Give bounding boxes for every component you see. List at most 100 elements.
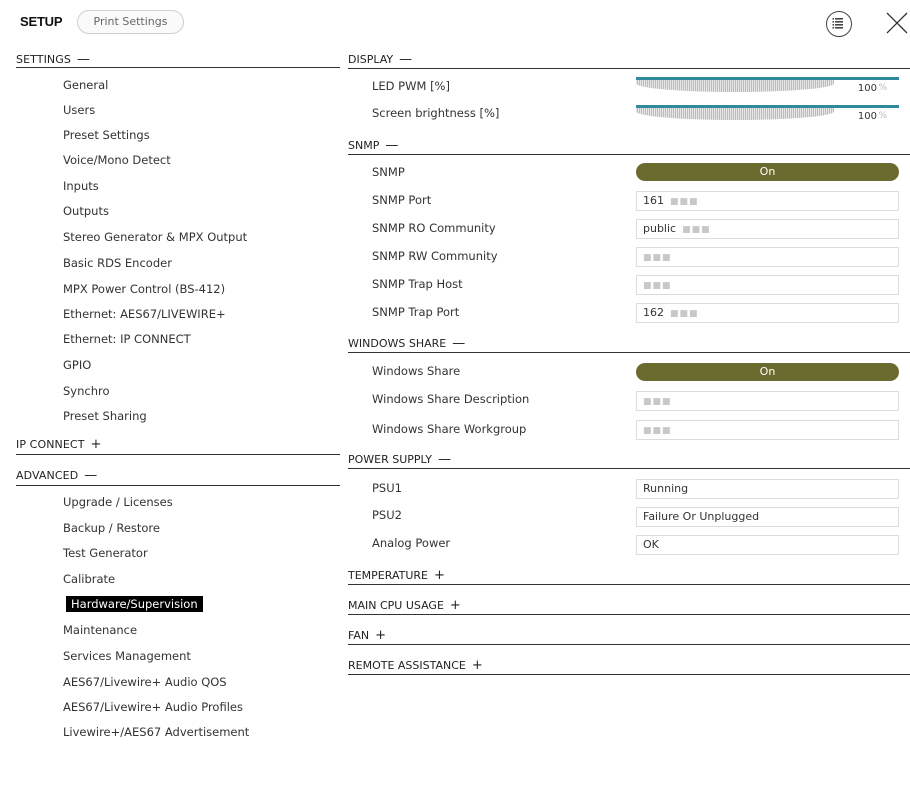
group-title: DISPLAY: [348, 53, 394, 66]
field-value: 162: [643, 306, 664, 319]
slider-value: 100: [857, 111, 877, 122]
collapse-icon: —: [399, 52, 413, 67]
snmp-rw-community-label: SNMP RW Community: [372, 249, 498, 263]
edit-dots-icon: ■■■: [670, 309, 699, 319]
sidebar-item-voice-mono-detect[interactable]: Voice/Mono Detect: [63, 153, 171, 167]
section-title: SETTINGS: [16, 53, 71, 66]
settings-sidebar: SETTINGS — General Users Preset Settings …: [8, 42, 340, 801]
sidebar-item-backup-restore[interactable]: Backup / Restore: [63, 521, 160, 535]
windows-share-toggle[interactable]: On: [636, 363, 899, 381]
section-divider: [16, 454, 340, 455]
group-main-cpu-usage[interactable]: MAIN CPU USAGE +: [348, 598, 461, 613]
windows-share-description-field[interactable]: ■■■: [636, 391, 899, 411]
print-settings-button[interactable]: Print Settings: [77, 10, 184, 34]
collapse-icon: —: [452, 336, 466, 351]
sidebar-item-preset-sharing[interactable]: Preset Sharing: [63, 409, 147, 423]
group-remote-assistance[interactable]: REMOTE ASSISTANCE +: [348, 658, 483, 673]
sidebar-item-inputs[interactable]: Inputs: [63, 179, 99, 193]
snmp-rw-community-field[interactable]: ■■■: [636, 247, 899, 267]
windows-share-workgroup-field[interactable]: ■■■: [636, 420, 899, 440]
sidebar-section-settings[interactable]: SETTINGS —: [16, 52, 90, 67]
edit-dots-icon: ■■■: [643, 426, 672, 436]
led-pwm-slider[interactable]: 100 %: [636, 77, 899, 97]
sidebar-item-users[interactable]: Users: [63, 103, 95, 117]
windows-share-label: Windows Share: [372, 364, 461, 378]
sidebar-item-audio-qos[interactable]: AES67/Livewire+ Audio QOS: [63, 675, 227, 689]
section-divider: [16, 67, 340, 68]
edit-dots-icon: ■■■: [670, 197, 699, 207]
snmp-label: SNMP: [372, 165, 405, 179]
expand-icon: +: [433, 568, 445, 583]
sidebar-item-advertisement[interactable]: Livewire+/AES67 Advertisement: [63, 725, 249, 739]
sidebar-item-maintenance[interactable]: Maintenance: [63, 623, 137, 637]
analog-power-label: Analog Power: [372, 536, 451, 550]
snmp-toggle[interactable]: On: [636, 163, 899, 181]
slider-fill: [636, 108, 834, 120]
snmp-trap-host-field[interactable]: ■■■: [636, 275, 899, 295]
screen-brightness-slider[interactable]: 100 %: [636, 105, 899, 125]
sidebar-section-ip-connect[interactable]: IP CONNECT +: [16, 437, 102, 452]
psu1-label: PSU1: [372, 481, 402, 495]
expand-icon: +: [471, 658, 483, 673]
section-title: IP CONNECT: [16, 438, 85, 451]
sidebar-item-hardware-supervision[interactable]: Hardware/Supervision: [66, 596, 203, 612]
sidebar-item-synchro[interactable]: Synchro: [63, 384, 110, 398]
expand-icon: +: [90, 437, 102, 452]
edit-dots-icon: ■■■: [682, 225, 711, 235]
windows-share-workgroup-label: Windows Share Workgroup: [372, 422, 527, 436]
group-divider: [348, 674, 910, 675]
setup-window: SETUP Print Settings SETTINGS — General …: [0, 0, 910, 801]
collapse-icon: —: [385, 138, 399, 153]
close-icon[interactable]: [883, 9, 909, 37]
sidebar-item-ethernet-ip-connect[interactable]: Ethernet: IP CONNECT: [63, 332, 191, 346]
setup-title: SETUP: [20, 14, 63, 29]
group-title: TEMPERATURE: [348, 569, 428, 582]
group-divider: [348, 644, 910, 645]
group-fan[interactable]: FAN +: [348, 628, 386, 643]
group-snmp[interactable]: SNMP —: [348, 138, 398, 153]
snmp-trap-port-label: SNMP Trap Port: [372, 305, 460, 319]
collapse-icon: —: [84, 468, 98, 483]
group-title: MAIN CPU USAGE: [348, 599, 444, 612]
slider-unit: %: [878, 83, 887, 93]
snmp-port-label: SNMP Port: [372, 193, 432, 207]
group-divider: [348, 468, 910, 469]
psu2-status-field: Failure Or Unplugged: [636, 507, 899, 527]
snmp-port-field[interactable]: 161 ■■■: [636, 191, 899, 211]
sidebar-item-stereo-generator[interactable]: Stereo Generator & MPX Output: [63, 230, 247, 244]
slider-value: 100: [857, 83, 877, 94]
group-power-supply[interactable]: POWER SUPPLY —: [348, 452, 451, 467]
sidebar-item-basic-rds[interactable]: Basic RDS Encoder: [63, 256, 172, 270]
sidebar-item-mpx-power[interactable]: MPX Power Control (BS-412): [63, 282, 225, 296]
psu1-status-field: Running: [636, 479, 899, 499]
group-title: SNMP: [348, 139, 380, 152]
list-circle-icon[interactable]: [826, 11, 852, 37]
led-pwm-label: LED PWM [%]: [372, 79, 450, 93]
section-title: ADVANCED: [16, 469, 79, 482]
snmp-ro-community-field[interactable]: public ■■■: [636, 219, 899, 239]
group-display[interactable]: DISPLAY —: [348, 52, 412, 67]
sidebar-item-gpio[interactable]: GPIO: [63, 358, 91, 372]
slider-unit: %: [878, 111, 887, 121]
group-divider: [348, 68, 910, 69]
sidebar-section-advanced[interactable]: ADVANCED —: [16, 468, 97, 483]
group-temperature[interactable]: TEMPERATURE +: [348, 568, 445, 583]
collapse-icon: —: [437, 452, 451, 467]
sidebar-item-preset-settings[interactable]: Preset Settings: [63, 128, 150, 142]
sidebar-item-general[interactable]: General: [63, 78, 108, 92]
sidebar-item-upgrade-licenses[interactable]: Upgrade / Licenses: [63, 495, 173, 509]
edit-dots-icon: ■■■: [643, 281, 672, 291]
sidebar-item-services-management[interactable]: Services Management: [63, 649, 191, 663]
sidebar-item-calibrate[interactable]: Calibrate: [63, 572, 115, 586]
sidebar-item-test-generator[interactable]: Test Generator: [63, 546, 148, 560]
section-divider: [16, 485, 340, 486]
group-divider: [348, 352, 910, 353]
group-windows-share[interactable]: WINDOWS SHARE —: [348, 336, 465, 351]
group-divider: [348, 584, 910, 585]
sidebar-item-outputs[interactable]: Outputs: [63, 204, 109, 218]
field-value: public: [643, 222, 677, 235]
windows-share-description-label: Windows Share Description: [372, 392, 530, 406]
snmp-trap-port-field[interactable]: 162 ■■■: [636, 303, 899, 323]
sidebar-item-audio-profiles[interactable]: AES67/Livewire+ Audio Profiles: [63, 700, 243, 714]
sidebar-item-ethernet-aes67[interactable]: Ethernet: AES67/LIVEWIRE+: [63, 307, 226, 321]
